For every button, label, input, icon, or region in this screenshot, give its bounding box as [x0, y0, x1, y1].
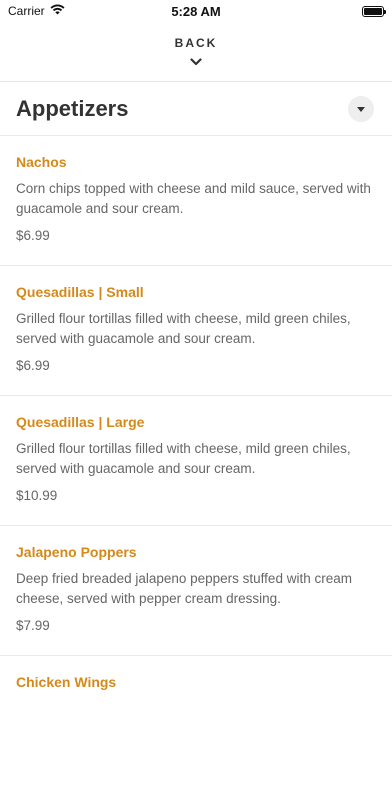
menu-item-description: Deep fried breaded jalapeno peppers stuf…	[16, 571, 352, 606]
menu-item-description: Grilled flour tortillas filled with chee…	[16, 311, 351, 346]
section-title: Appetizers	[16, 95, 129, 121]
back-label: BACK	[174, 36, 218, 50]
menu-item[interactable]: Quesadillas | Large Grilled flour tortil…	[0, 396, 392, 526]
menu-item-price: $6.99	[16, 228, 50, 243]
menu-item[interactable]: Jalapeno Poppers Deep fried breaded jala…	[0, 526, 392, 656]
menu-item-name: Nachos	[16, 154, 67, 170]
chevron-down-icon	[190, 53, 202, 71]
menu-item-name: Quesadillas | Small	[16, 284, 144, 300]
status-time: 5:28 AM	[171, 4, 221, 19]
menu-item-name: Chicken Wings	[16, 674, 117, 690]
menu-item-description: Corn chips topped with cheese and mild s…	[16, 181, 371, 216]
menu-item[interactable]: Nachos Corn chips topped with cheese and…	[0, 136, 392, 266]
status-bar: Carrier 5:28 AM	[0, 0, 392, 22]
section-header: Appetizers	[0, 82, 392, 136]
menu-item-price: $6.99	[16, 358, 50, 373]
menu-item[interactable]: Quesadillas | Small Grilled flour tortil…	[0, 266, 392, 396]
back-button[interactable]: BACK	[0, 36, 392, 71]
caret-down-icon	[357, 100, 365, 118]
menu-item-name: Quesadillas | Large	[16, 414, 145, 430]
menu-items-list: Nachos Corn chips topped with cheese and…	[0, 136, 392, 786]
menu-item[interactable]: Chicken Wings	[0, 656, 392, 786]
menu-item-name: Jalapeno Poppers	[16, 544, 137, 560]
menu-item-description: Grilled flour tortillas filled with chee…	[16, 441, 351, 476]
menu-item-price: $10.99	[16, 488, 58, 503]
battery-icon	[362, 5, 386, 17]
menu-item-price: $7.99	[16, 618, 50, 633]
section-toggle-button[interactable]	[348, 95, 374, 122]
